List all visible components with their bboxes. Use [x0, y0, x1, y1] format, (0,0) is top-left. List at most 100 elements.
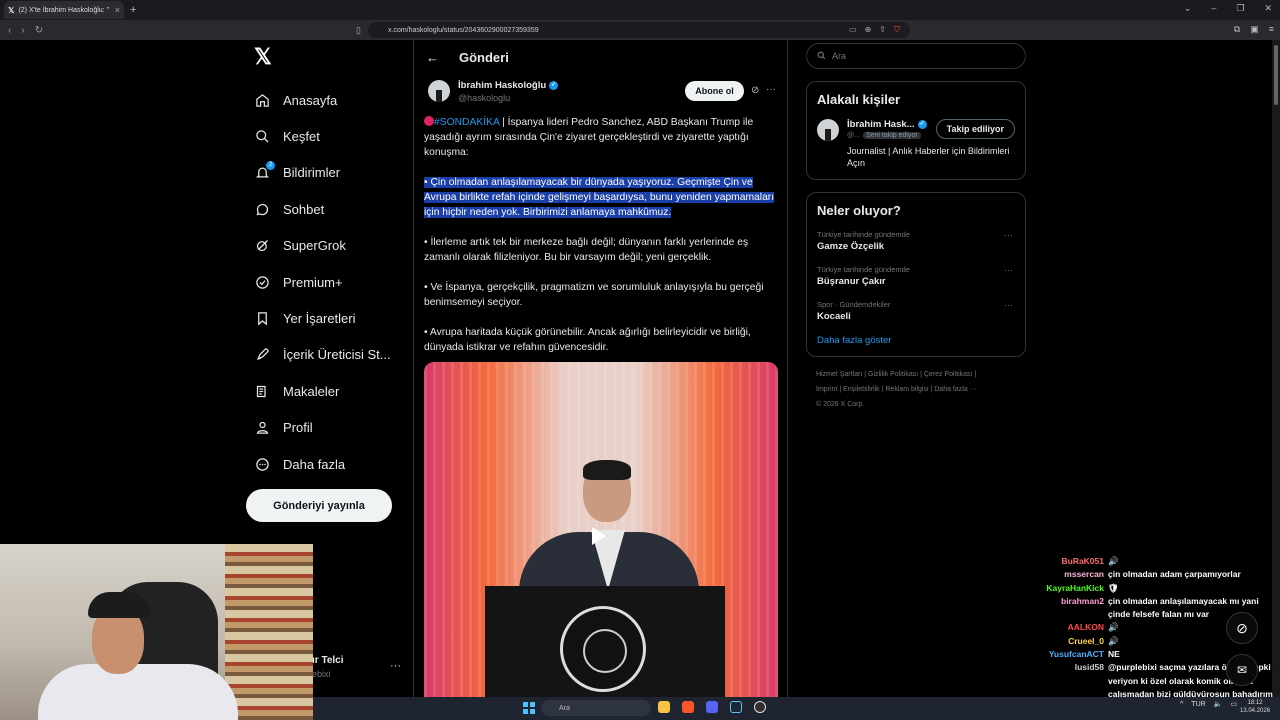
- reload-icon[interactable]: ↻: [35, 25, 43, 36]
- brave-shield-icon[interactable]: ⛉: [894, 25, 900, 35]
- chat-message: NE: [1108, 649, 1120, 660]
- file-explorer-icon[interactable]: [658, 701, 670, 713]
- sidebar-item-home[interactable]: Anasayfa: [246, 82, 406, 118]
- account-name[interactable]: ır Telci: [312, 655, 344, 666]
- wallet-icon[interactable]: ▣: [1250, 24, 1259, 35]
- avatar[interactable]: [817, 119, 839, 141]
- account-more-icon[interactable]: ···: [390, 660, 401, 672]
- chat-message: 🔊: [1108, 622, 1119, 633]
- trend-more-icon[interactable]: ···: [1004, 300, 1013, 310]
- trend-item[interactable]: Türkiye tarihinde gündemde Büşranur Çakı…: [817, 265, 1015, 287]
- taskbar-apps: [658, 701, 766, 713]
- sidebar-item-explore[interactable]: Keşfet: [246, 118, 406, 154]
- bookmark-page-icon[interactable]: ▯: [356, 25, 361, 36]
- author-handle[interactable]: @haskologlu: [458, 93, 558, 103]
- extensions-icon[interactable]: ⧉: [1234, 24, 1240, 35]
- discord-icon[interactable]: [706, 701, 718, 713]
- chevron-down-icon[interactable]: ⌄: [1184, 3, 1192, 14]
- taskbar-clock[interactable]: 18:12 13.04.2026: [1240, 699, 1270, 715]
- tweet-text: #SONDAKİKA | İspanya lideri Pedro Sanche…: [424, 115, 779, 370]
- sidebar-item-label: Daha fazla: [283, 456, 346, 472]
- restore-icon[interactable]: ❐: [1236, 3, 1244, 14]
- sidebar-item-articles[interactable]: Makaleler: [246, 373, 406, 409]
- messages-fab-icon[interactable]: ✉: [1226, 654, 1258, 686]
- footer-line[interactable]: Hizmet Şartları | Gizlilik Politikası | …: [816, 367, 1026, 382]
- grok-fab-icon[interactable]: ⊘: [1226, 612, 1258, 644]
- url-text: x.com/haskologlu/status/2043602900027359…: [388, 26, 539, 34]
- taskbar-search-label: Ara: [559, 704, 570, 712]
- footer-copyright: © 2026 X Corp.: [816, 401, 865, 408]
- sidebar-item-notifications[interactable]: 2 Bildirimler: [246, 155, 406, 191]
- network-icon[interactable]: ▭: [1230, 700, 1237, 708]
- post-author: İbrahim Haskoloğlu ✓ @haskologlu: [428, 80, 559, 103]
- chat-user: mssercan: [1064, 569, 1104, 580]
- trend-more-icon[interactable]: ···: [1004, 265, 1013, 275]
- trend-name: Kocaeli: [817, 311, 851, 322]
- trend-item[interactable]: Türkiye tarihinde gündemde Gamze Özçelik…: [817, 230, 1015, 252]
- browser-tab-bar: 𝕏 (2) X'te İbrahim Haskoloğlu: " × + ⌄ –…: [0, 0, 1280, 20]
- chat-user: Crueel_0: [1068, 635, 1104, 646]
- obs-icon[interactable]: [754, 701, 766, 713]
- subscribe-button[interactable]: Abone ol: [685, 81, 744, 101]
- tweet-video[interactable]: [424, 362, 778, 720]
- keyboard-layout[interactable]: TUR: [1191, 701, 1205, 708]
- windows-taskbar: [313, 697, 1280, 720]
- tray-chevron-icon[interactable]: ^: [1180, 701, 1183, 708]
- new-tab-button[interactable]: +: [130, 4, 136, 16]
- sidebar-item-supergrok[interactable]: SuperGrok: [246, 228, 406, 264]
- account-handle: ebixi: [312, 669, 331, 679]
- chat-message: 🛡: [1108, 582, 1119, 593]
- scrollbar-thumb[interactable]: [1274, 45, 1278, 105]
- x-logo-icon[interactable]: 𝕏: [254, 44, 406, 70]
- sidebar-item-creator-studio[interactable]: İçerik Üreticisi St...: [246, 337, 406, 373]
- chat-line: BuRaK051 🔊: [1040, 555, 1280, 568]
- post-more-icon[interactable]: ···: [766, 84, 776, 95]
- author-name[interactable]: İbrahim Haskoloğlu: [458, 80, 546, 91]
- url-field[interactable]: x.com/haskologlu/status/2043602900027359…: [368, 22, 910, 38]
- taskbar-search[interactable]: Ara: [541, 700, 651, 716]
- share-icon[interactable]: ⇪: [879, 25, 886, 35]
- trend-item[interactable]: Spor · Gündemdekiler Kocaeli ···: [817, 300, 1015, 322]
- search-input[interactable]: Ara: [806, 43, 1026, 69]
- related-name[interactable]: İbrahim Hask...: [847, 119, 915, 130]
- sidebar-item-label: İçerik Üreticisi St...: [283, 347, 391, 363]
- sidebar-item-more[interactable]: Daha fazla: [246, 446, 406, 482]
- browser-tab[interactable]: 𝕏 (2) X'te İbrahim Haskoloğlu: " ×: [4, 1, 124, 19]
- zoom-icon[interactable]: ⊕: [865, 25, 872, 35]
- grok-explain-icon[interactable]: ⊘: [751, 85, 759, 96]
- sidebar-item-profile[interactable]: Profil: [246, 410, 406, 446]
- steam-icon[interactable]: [730, 701, 742, 713]
- post-button[interactable]: Gönderiyi yayınla: [246, 489, 392, 522]
- window-controls: ⌄ – ❐ ✕: [1184, 3, 1272, 14]
- volume-icon[interactable]: 🔈: [1214, 700, 1223, 708]
- show-more-link[interactable]: Daha fazla göster: [817, 335, 1015, 346]
- avatar[interactable]: [428, 80, 450, 102]
- chat-user: birahman2: [1061, 595, 1104, 606]
- close-tab-icon[interactable]: ×: [115, 5, 120, 15]
- sidebar-item-premium[interactable]: Premium+: [246, 264, 406, 300]
- sidebar-item-bookmarks[interactable]: Yer İşaretleri: [246, 300, 406, 336]
- screen-icon[interactable]: ▭: [849, 25, 857, 35]
- forward-icon[interactable]: ›: [21, 25, 24, 36]
- sidebar-item-label: Profil: [283, 420, 313, 436]
- related-bio: Journalist | Anlık Haberler için Bildiri…: [847, 146, 1010, 168]
- following-button[interactable]: Takip ediliyor: [935, 119, 1015, 139]
- brave-browser-icon[interactable]: [682, 701, 694, 713]
- menu-icon[interactable]: ≡: [1269, 24, 1274, 35]
- minimize-icon[interactable]: –: [1211, 3, 1216, 14]
- sidebar-item-label: Anasayfa: [283, 92, 338, 108]
- footer-line[interactable]: Imprint | Erişilebilirlik | Reklam bilgi…: [816, 382, 1026, 397]
- play-icon[interactable]: [592, 527, 606, 545]
- trends-card: Neler oluyor? Türkiye tarihinde gündemde…: [806, 192, 1026, 357]
- hashtag-link[interactable]: #SONDAKİKA: [434, 117, 499, 128]
- sidebar-item-label: Sohbet: [283, 201, 325, 217]
- back-arrow-icon[interactable]: ←: [426, 50, 439, 65]
- back-icon[interactable]: ‹: [8, 25, 11, 36]
- bookshelf: [225, 544, 313, 720]
- close-window-icon[interactable]: ✕: [1264, 3, 1272, 14]
- trend-more-icon[interactable]: ···: [1004, 230, 1013, 240]
- sidebar-item-chat[interactable]: Sohbet: [246, 191, 406, 227]
- home-icon: [254, 92, 270, 108]
- windows-start-icon[interactable]: [523, 702, 535, 714]
- chat-message: 🔊: [1108, 556, 1119, 566]
